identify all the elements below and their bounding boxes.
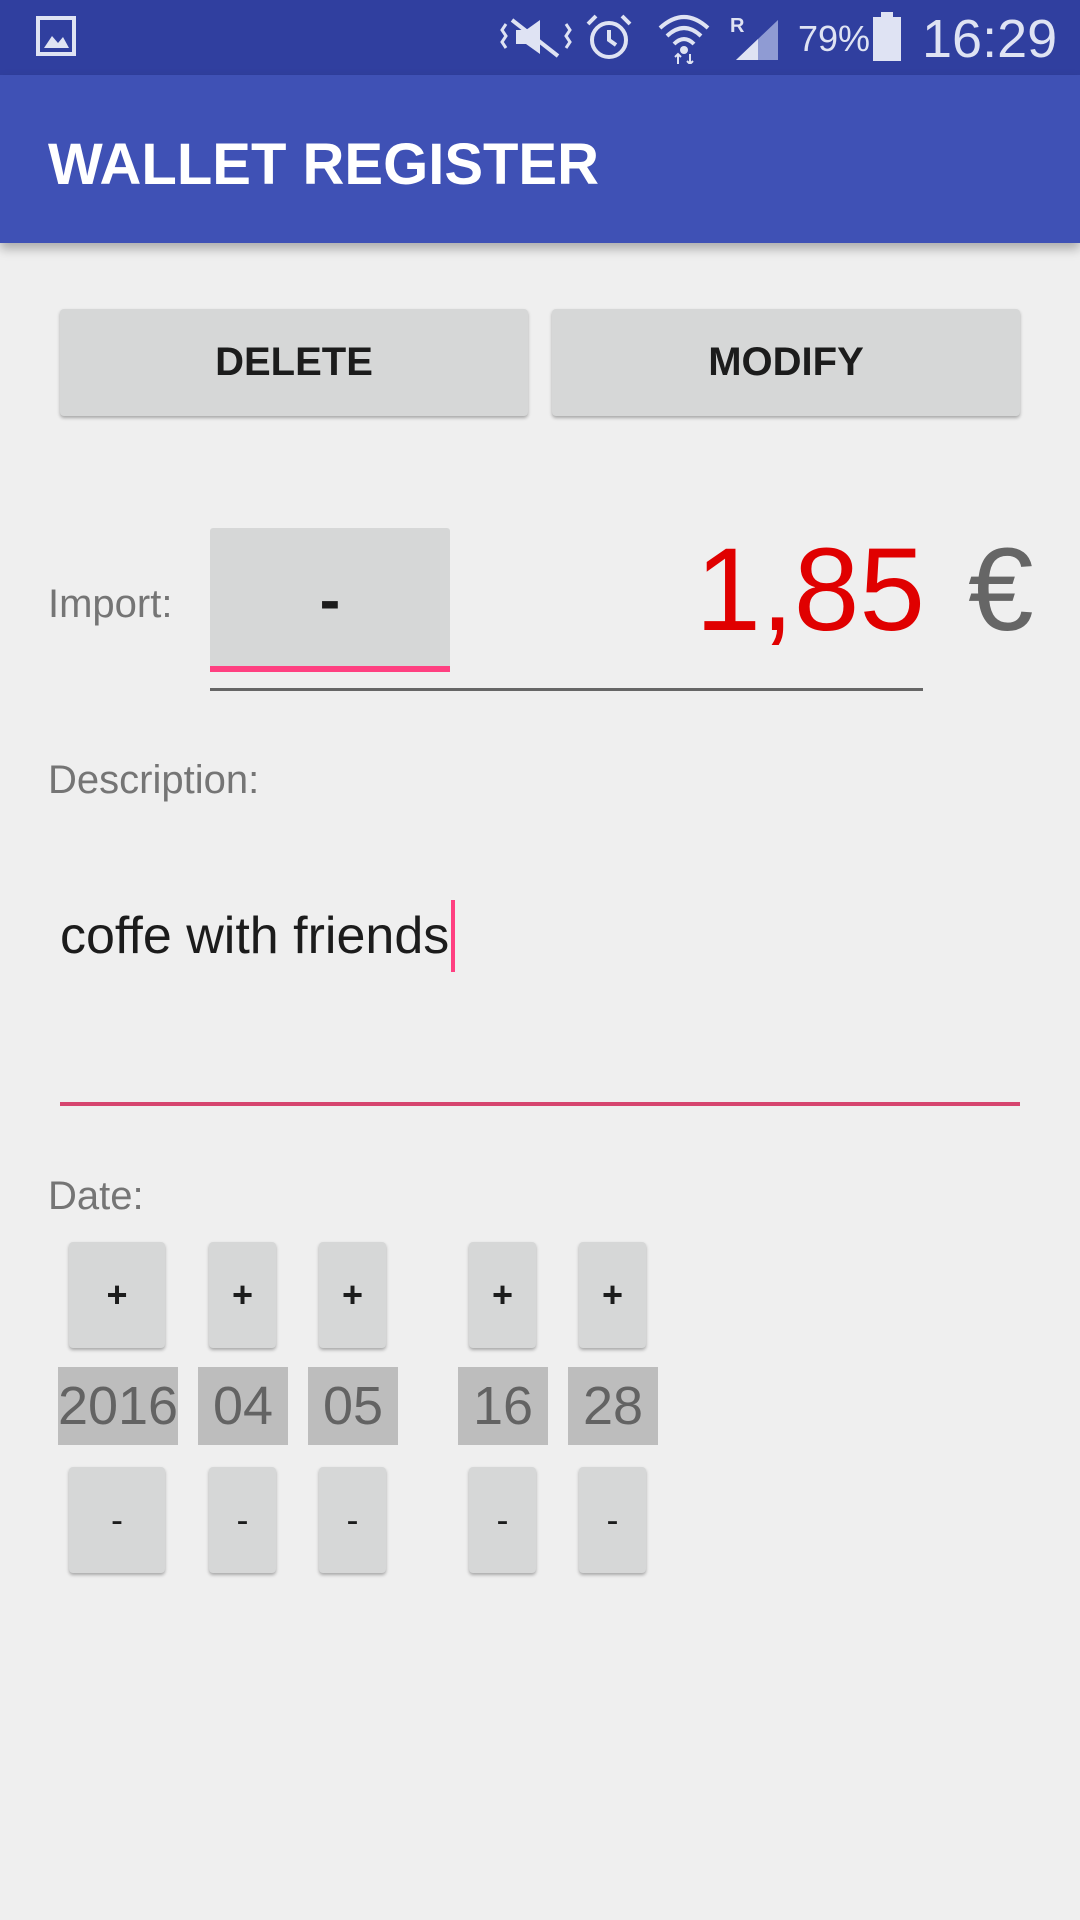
- description-input[interactable]: coffe with friends: [60, 900, 1020, 1010]
- sign-toggle-button[interactable]: -: [210, 528, 450, 672]
- clock: 16:29: [922, 9, 1058, 69]
- year-increment-button[interactable]: +: [69, 1242, 165, 1348]
- amount-underline: [210, 688, 923, 691]
- amount-value[interactable]: 1,85: [695, 520, 925, 660]
- day-increment-button[interactable]: +: [319, 1242, 386, 1348]
- modify-button[interactable]: MODIFY: [552, 309, 1020, 416]
- text-cursor: [451, 900, 456, 972]
- day-value: 05: [308, 1367, 398, 1445]
- app-title: WALLET REGISTER: [48, 132, 599, 197]
- description-text: coffe with friends: [60, 907, 450, 965]
- year-decrement-button[interactable]: -: [69, 1467, 165, 1573]
- status-bar: R 79% 16:29: [0, 0, 1080, 75]
- hour-increment-button[interactable]: +: [469, 1242, 536, 1348]
- hour-value: 16: [458, 1367, 548, 1445]
- hour-decrement-button[interactable]: -: [469, 1467, 536, 1573]
- app-bar: WALLET REGISTER: [0, 75, 1080, 243]
- minute-decrement-button[interactable]: -: [579, 1467, 646, 1573]
- day-decrement-button[interactable]: -: [319, 1467, 386, 1573]
- description-underline: [60, 1102, 1020, 1106]
- battery-percent: 79%: [798, 18, 871, 59]
- minute-increment-button[interactable]: +: [579, 1242, 646, 1348]
- description-label: Description:: [48, 758, 260, 802]
- minute-value: 28: [568, 1367, 658, 1445]
- wifi-icon: [658, 15, 710, 64]
- month-value: 04: [198, 1367, 288, 1445]
- signal-roaming-icon: R: [730, 15, 778, 60]
- delete-button[interactable]: DELETE: [60, 309, 528, 416]
- sign-toggle-underline: [210, 666, 450, 672]
- year-value: 2016: [58, 1367, 178, 1445]
- svg-text:R: R: [730, 15, 745, 37]
- import-label: Import:: [48, 582, 173, 626]
- sign-toggle-label: -: [319, 565, 341, 635]
- month-increment-button[interactable]: +: [209, 1242, 276, 1348]
- alarm-icon: [586, 14, 632, 59]
- currency-symbol: €: [968, 524, 1034, 656]
- battery-icon: [873, 12, 901, 61]
- mute-icon: [500, 18, 572, 58]
- gallery-icon: [36, 16, 76, 56]
- month-decrement-button[interactable]: -: [209, 1467, 276, 1573]
- date-label: Date:: [48, 1174, 144, 1218]
